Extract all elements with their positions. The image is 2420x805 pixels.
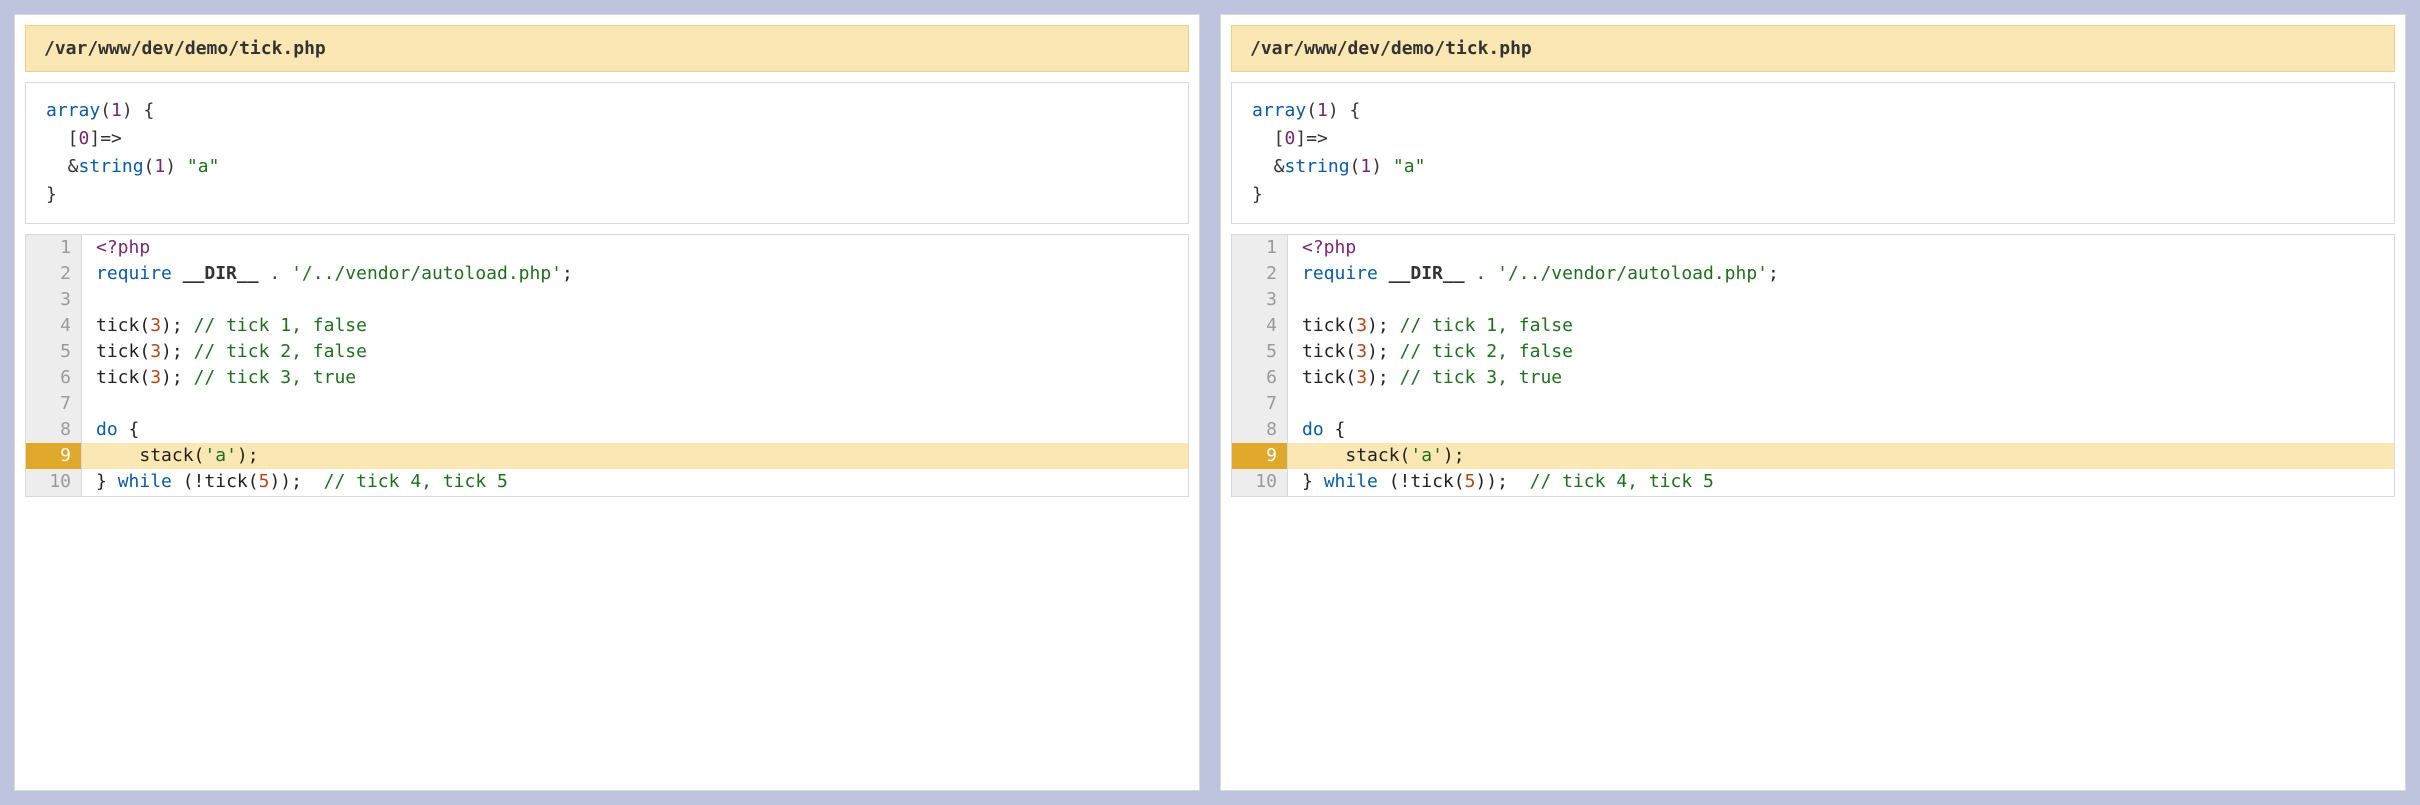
line-number: 6 bbox=[1232, 365, 1288, 391]
line-number: 10 bbox=[26, 469, 82, 495]
line-number: 8 bbox=[26, 417, 82, 443]
code-line[interactable]: 7 bbox=[1232, 391, 2394, 417]
code-line[interactable]: 5tick(3); // tick 2, false bbox=[1232, 339, 2394, 365]
code-line[interactable]: 3 bbox=[26, 287, 1188, 313]
code-content: do { bbox=[1288, 417, 2394, 443]
code-content: require __DIR__ . '/../vendor/autoload.p… bbox=[82, 261, 1188, 287]
code-line[interactable]: 4tick(3); // tick 1, false bbox=[26, 313, 1188, 339]
code-line[interactable]: 2require __DIR__ . '/../vendor/autoload.… bbox=[1232, 261, 2394, 287]
source-code: 1<?php2require __DIR__ . '/../vendor/aut… bbox=[1231, 234, 2395, 497]
line-number: 7 bbox=[1232, 391, 1288, 417]
line-number: 1 bbox=[1232, 235, 1288, 261]
source-code: 1<?php2require __DIR__ . '/../vendor/aut… bbox=[25, 234, 1189, 497]
debug-panel: /var/www/dev/demo/tick.php array(1) { [0]… bbox=[14, 14, 1200, 791]
line-number: 6 bbox=[26, 365, 82, 391]
code-line[interactable]: 2require __DIR__ . '/../vendor/autoload.… bbox=[26, 261, 1188, 287]
line-number: 5 bbox=[26, 339, 82, 365]
line-number: 8 bbox=[1232, 417, 1288, 443]
file-path-title: /var/www/dev/demo/tick.php bbox=[25, 25, 1189, 72]
debug-panel: /var/www/dev/demo/tick.php array(1) { [0]… bbox=[1220, 14, 2406, 791]
code-line[interactable]: 5tick(3); // tick 2, false bbox=[26, 339, 1188, 365]
line-number: 3 bbox=[1232, 287, 1288, 313]
code-content: } while (!tick(5)); // tick 4, tick 5 bbox=[82, 469, 1188, 495]
code-line[interactable]: 9 stack('a'); bbox=[1232, 443, 2394, 469]
code-content bbox=[82, 287, 1188, 313]
line-number: 9 bbox=[1232, 443, 1288, 469]
code-content: } while (!tick(5)); // tick 4, tick 5 bbox=[1288, 469, 2394, 495]
code-content: tick(3); // tick 2, false bbox=[82, 339, 1188, 365]
file-path-title: /var/www/dev/demo/tick.php bbox=[1231, 25, 2395, 72]
code-content: tick(3); // tick 3, true bbox=[82, 365, 1188, 391]
line-number: 10 bbox=[1232, 469, 1288, 495]
code-line[interactable]: 9 stack('a'); bbox=[26, 443, 1188, 469]
line-number: 7 bbox=[26, 391, 82, 417]
code-content: require __DIR__ . '/../vendor/autoload.p… bbox=[1288, 261, 2394, 287]
code-line[interactable]: 10} while (!tick(5)); // tick 4, tick 5 bbox=[1232, 469, 2394, 495]
line-number: 5 bbox=[1232, 339, 1288, 365]
line-number: 4 bbox=[26, 313, 82, 339]
line-number: 4 bbox=[1232, 313, 1288, 339]
code-line[interactable]: 6tick(3); // tick 3, true bbox=[1232, 365, 2394, 391]
line-number: 9 bbox=[26, 443, 82, 469]
code-content: do { bbox=[82, 417, 1188, 443]
code-content bbox=[1288, 287, 2394, 313]
code-line[interactable]: 4tick(3); // tick 1, false bbox=[1232, 313, 2394, 339]
var-dump-output: array(1) { [0]=> &string(1) "a" } bbox=[25, 82, 1189, 224]
code-line[interactable]: 10} while (!tick(5)); // tick 4, tick 5 bbox=[26, 469, 1188, 495]
code-content: <?php bbox=[82, 235, 1188, 261]
code-content: tick(3); // tick 1, false bbox=[1288, 313, 2394, 339]
line-number: 2 bbox=[1232, 261, 1288, 287]
line-number: 3 bbox=[26, 287, 82, 313]
code-line[interactable]: 1<?php bbox=[1232, 235, 2394, 261]
code-line[interactable]: 1<?php bbox=[26, 235, 1188, 261]
line-number: 1 bbox=[26, 235, 82, 261]
code-line[interactable]: 3 bbox=[1232, 287, 2394, 313]
code-content: tick(3); // tick 3, true bbox=[1288, 365, 2394, 391]
code-line[interactable]: 8do { bbox=[1232, 417, 2394, 443]
code-content bbox=[1288, 391, 2394, 417]
code-content: stack('a'); bbox=[1288, 443, 2394, 469]
line-number: 2 bbox=[26, 261, 82, 287]
var-dump-output: array(1) { [0]=> &string(1) "a" } bbox=[1231, 82, 2395, 224]
code-content bbox=[82, 391, 1188, 417]
code-line[interactable]: 8do { bbox=[26, 417, 1188, 443]
code-content: tick(3); // tick 1, false bbox=[82, 313, 1188, 339]
code-content: stack('a'); bbox=[82, 443, 1188, 469]
code-line[interactable]: 7 bbox=[26, 391, 1188, 417]
code-line[interactable]: 6tick(3); // tick 3, true bbox=[26, 365, 1188, 391]
code-content: <?php bbox=[1288, 235, 2394, 261]
code-content: tick(3); // tick 2, false bbox=[1288, 339, 2394, 365]
